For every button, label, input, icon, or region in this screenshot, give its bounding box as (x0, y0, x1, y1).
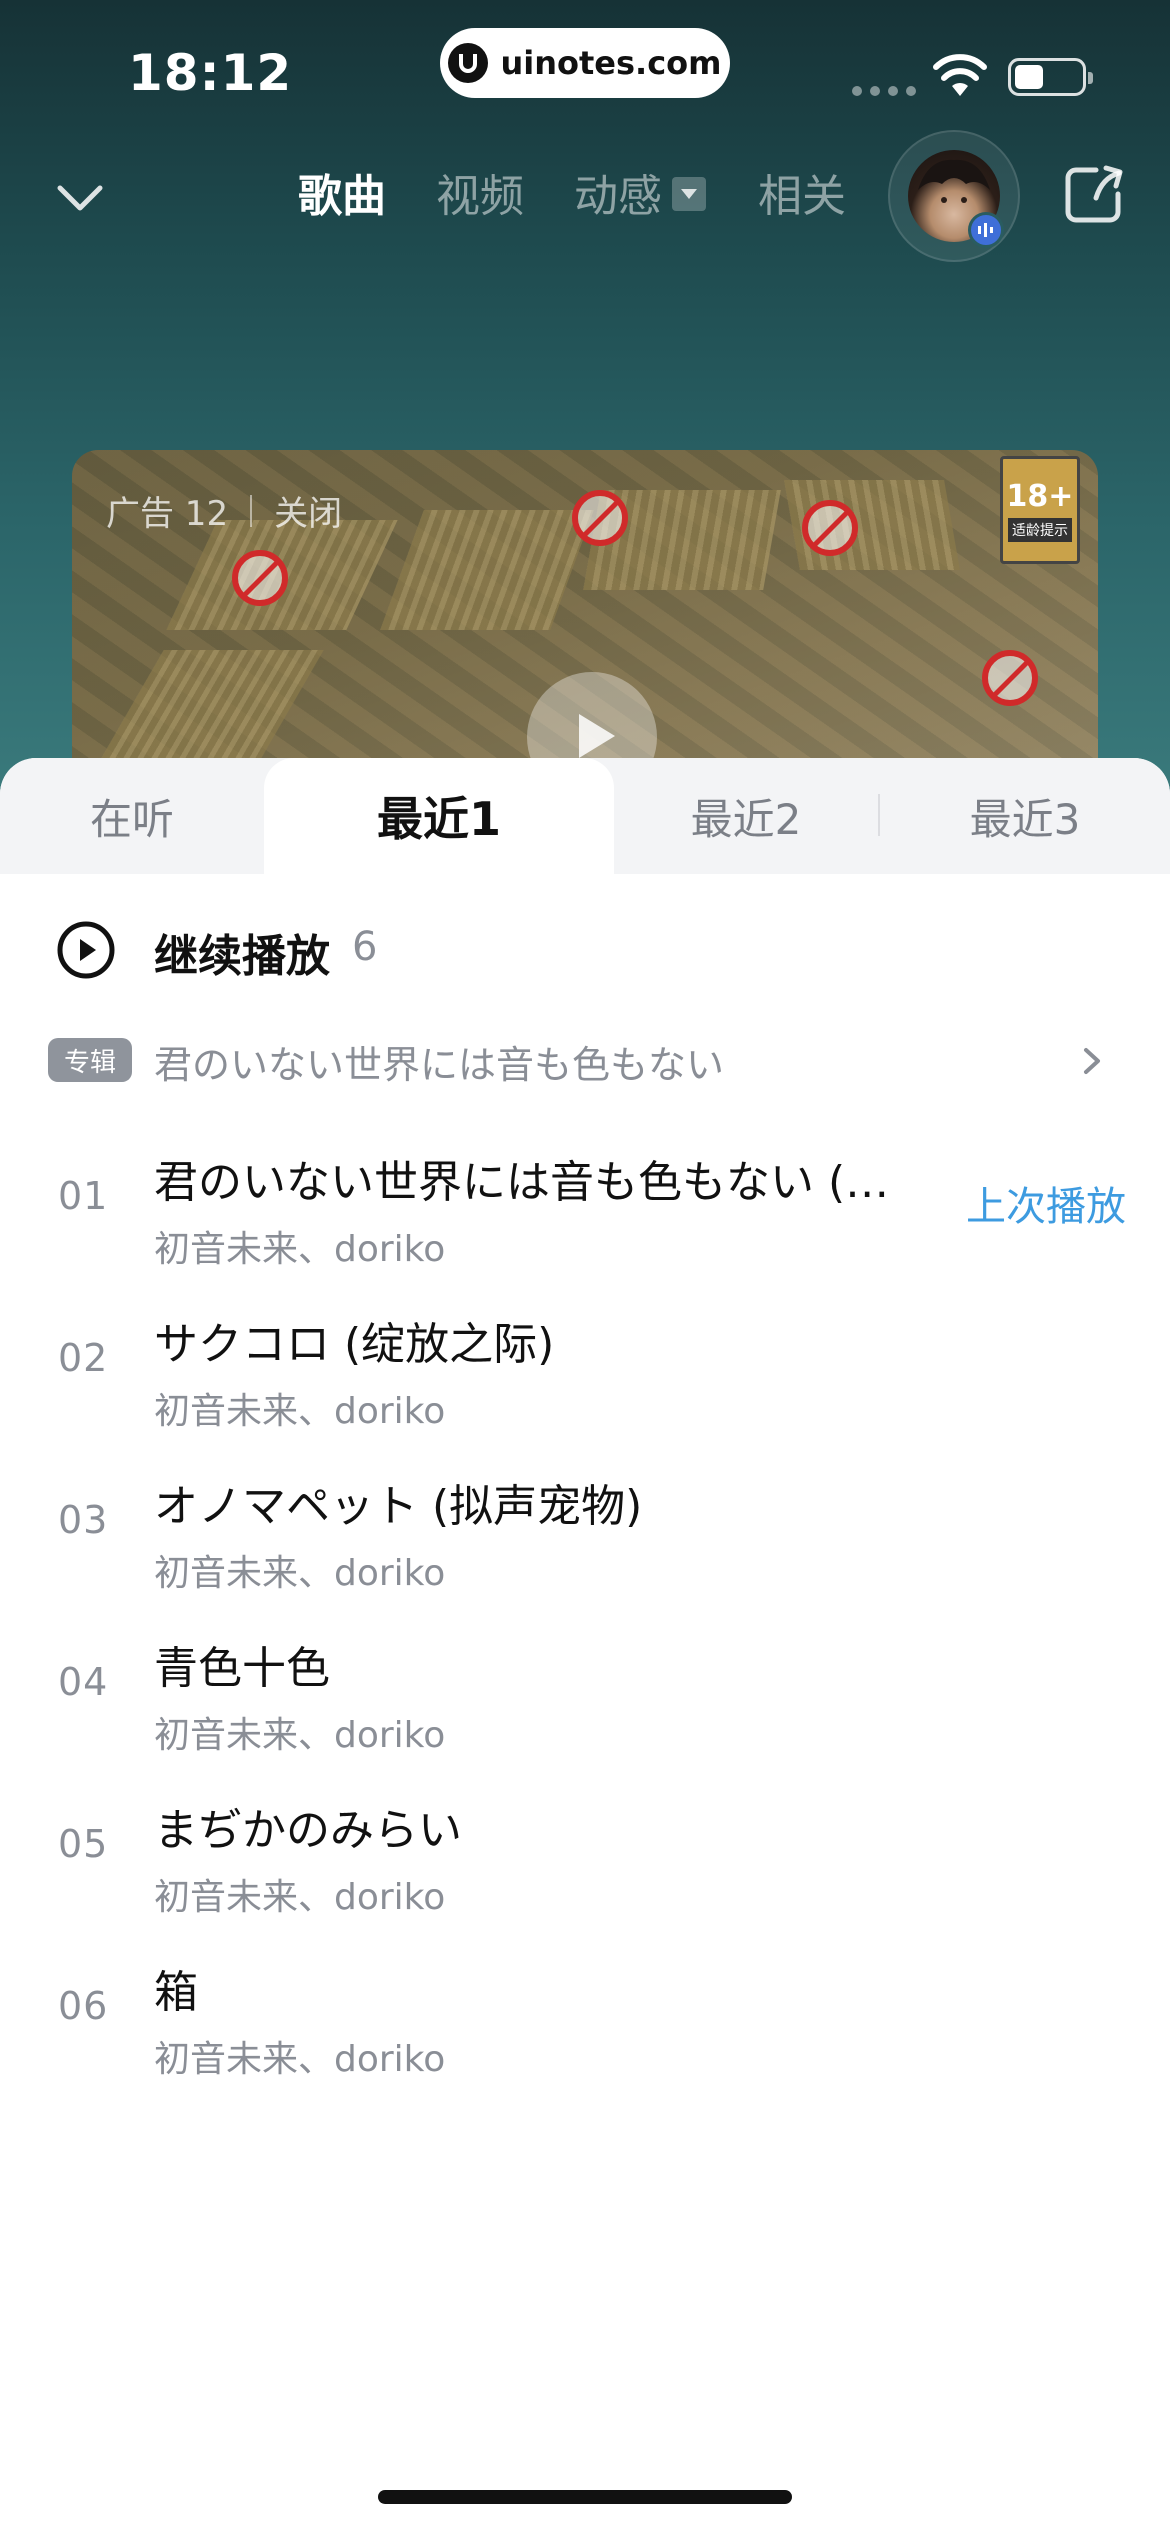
song-row[interactable]: 01 君のいない世界には音も色もない (… 初音未来、doriko 上次播放 (0, 1124, 1170, 1284)
song-artist: 初音未来、doriko (154, 2039, 446, 2080)
cellular-signal-icon (852, 86, 916, 96)
tab-videos[interactable]: 视频 (436, 160, 524, 224)
age-note: 适龄提示 (1008, 517, 1072, 542)
song-artist: 初音未来、doriko (154, 1877, 446, 1918)
song-number: 02 (58, 1336, 109, 1380)
song-row[interactable]: 02 サクコロ (绽放之际) 初音未来、doriko (0, 1286, 1170, 1446)
tab-related[interactable]: 相关 (758, 160, 846, 224)
recent-playlist-sheet: 在听 最近1 最近2 最近3 继续播放 6 专辑 君のいない世界には音も色もない… (0, 758, 1170, 2532)
song-number: 01 (58, 1174, 109, 1218)
song-number: 06 (58, 1984, 109, 2028)
wifi-icon (933, 54, 987, 96)
share-icon[interactable] (1062, 162, 1126, 226)
chevron-right-icon (1084, 1048, 1100, 1074)
play-circle-icon (57, 921, 115, 979)
tab-songs[interactable]: 歌曲 (298, 160, 386, 224)
ad-close-button[interactable]: 关闭 (274, 486, 342, 535)
url-pill: uinotes.com (440, 28, 730, 98)
tab-dynamic[interactable]: 动感 (574, 160, 662, 224)
song-row[interactable]: 04 青色十色 初音未来、doriko (0, 1610, 1170, 1770)
continue-play-label: 继续播放 (154, 931, 330, 982)
song-artist: 初音未来、doriko (154, 1715, 446, 1756)
no-water-icon (802, 500, 858, 556)
song-title: 君のいない世界には音も色もない (… (154, 1157, 890, 1208)
song-row[interactable]: 06 箱 初音未来、doriko (0, 1934, 1170, 2094)
age-rating: 18+ (1006, 478, 1074, 514)
status-bar: 18:12 uinotes.com (0, 0, 1170, 150)
ad-label: 广告 12 关闭 (106, 486, 342, 535)
status-time: 18:12 (128, 44, 293, 102)
song-artist: 初音未来、doriko (154, 1553, 446, 1594)
collapse-chevron-down-icon[interactable] (52, 170, 108, 226)
no-water-icon (982, 650, 1038, 706)
album-row[interactable]: 专辑 君のいない世界には音も色もない (0, 1020, 1170, 1100)
live-audio-badge-icon (968, 212, 1004, 248)
tab-recent-2[interactable]: 最近2 (614, 758, 878, 874)
no-water-icon (232, 550, 288, 606)
age-rating-badge: 18+ 适龄提示 (1000, 456, 1080, 564)
no-water-icon (572, 490, 628, 546)
album-name: 君のいない世界には音も色もない (154, 1043, 725, 1087)
tab-listening[interactable]: 在听 (0, 758, 264, 874)
sheet-tab-bar: 在听 最近1 最近2 最近3 (0, 758, 1170, 874)
song-row[interactable]: 03 オノマペット (拟声宠物) 初音未来、doriko (0, 1448, 1170, 1608)
player-screen: 18:12 uinotes.com 歌曲 视频 动感 相关 广告 12 关闭 1… (0, 0, 1170, 2532)
url-text: uinotes.com (500, 44, 722, 82)
ad-banner[interactable]: 广告 12 关闭 18+ 适龄提示 (72, 450, 1098, 790)
continue-play-row[interactable]: 继续播放 6 (0, 898, 1170, 998)
song-number: 04 (58, 1660, 109, 1704)
song-title: 箱 (154, 1967, 198, 2018)
album-tag: 专辑 (48, 1038, 132, 1082)
uinotes-logo-icon (448, 43, 489, 83)
song-row[interactable]: 05 まぢかのみらい 初音未来、doriko (0, 1772, 1170, 1932)
song-title: サクコロ (绽放之际) (154, 1319, 555, 1370)
battery-icon (1008, 58, 1093, 96)
song-title: まぢかのみらい (154, 1805, 462, 1856)
last-played-label: 上次播放 (966, 1184, 1126, 1230)
song-title: オノマペット (拟声宠物) (154, 1481, 643, 1532)
song-number: 05 (58, 1822, 109, 1866)
continue-play-count: 6 (352, 924, 378, 970)
tab-recent-1[interactable]: 最近1 (264, 758, 614, 874)
song-number: 03 (58, 1498, 109, 1542)
song-title: 青色十色 (154, 1643, 330, 1694)
listening-user-avatar[interactable] (888, 130, 1020, 262)
home-indicator[interactable] (378, 2490, 792, 2504)
song-artist: 初音未来、doriko (154, 1229, 446, 1270)
ad-countdown: 广告 12 (106, 494, 229, 534)
dynamic-dropdown-icon[interactable] (672, 177, 706, 211)
player-top-nav: 歌曲 视频 动感 相关 (0, 130, 1170, 262)
song-artist: 初音未来、doriko (154, 1391, 446, 1432)
tab-recent-3[interactable]: 最近3 (880, 758, 1170, 874)
